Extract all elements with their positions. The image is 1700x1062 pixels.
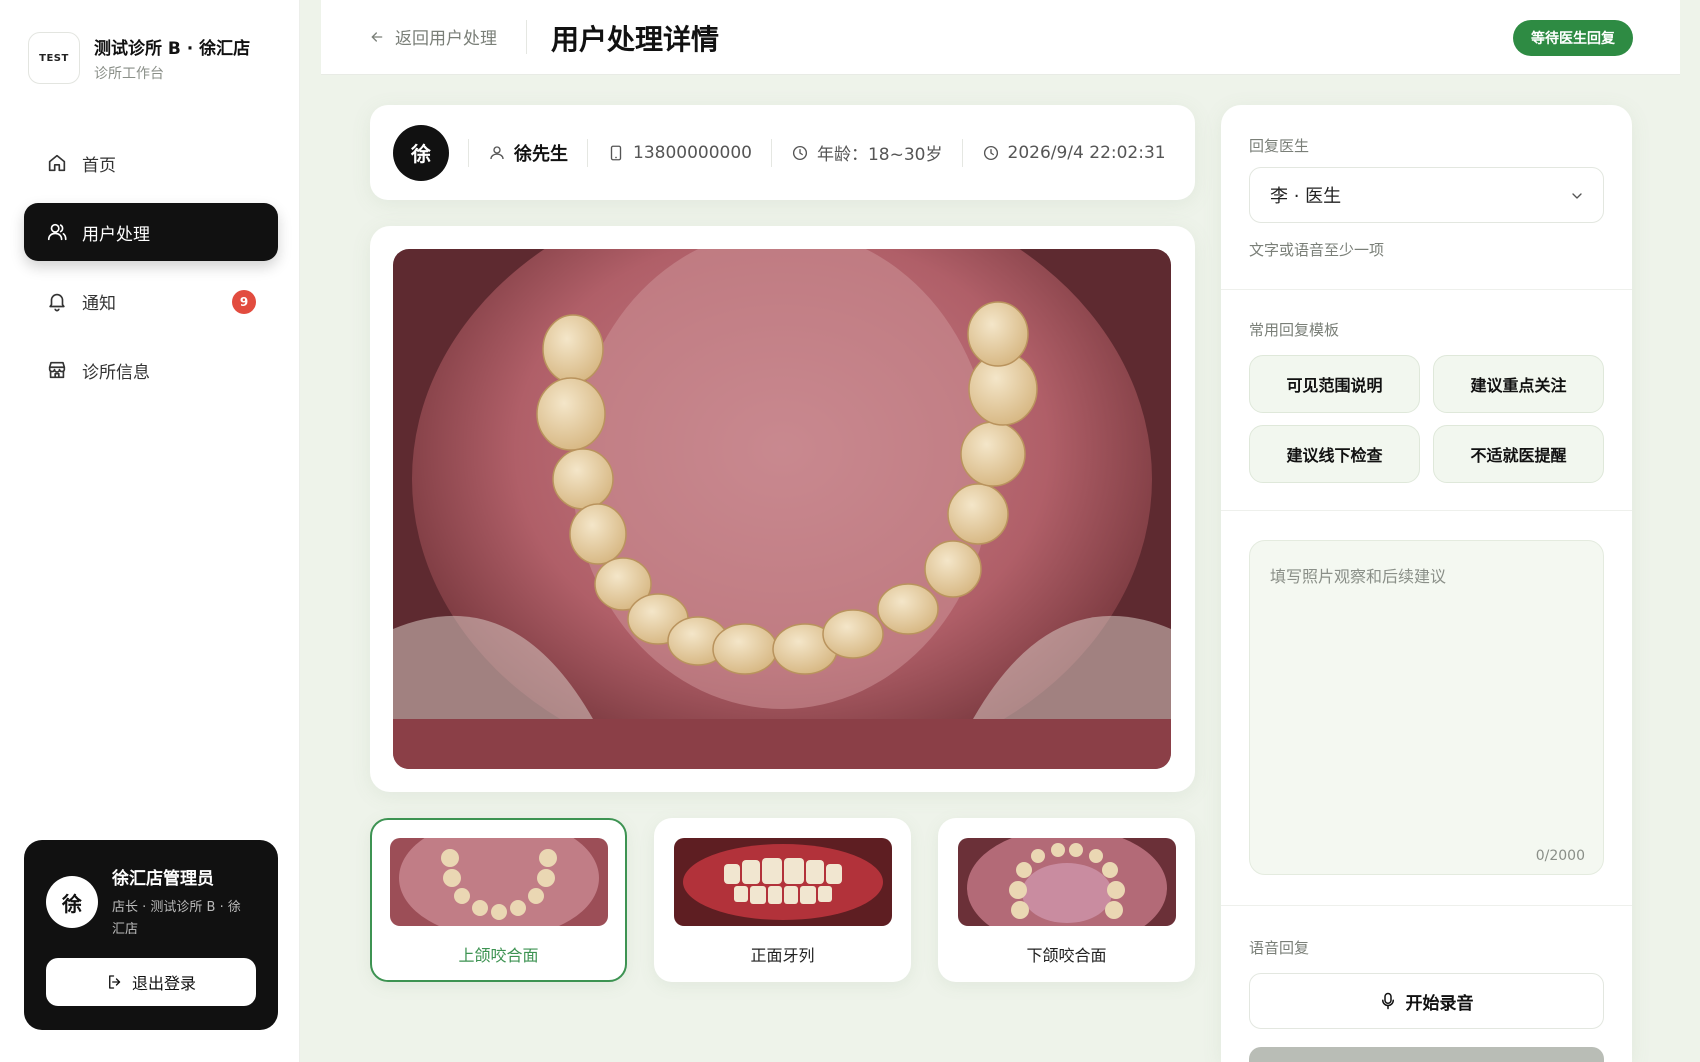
header-divider (526, 20, 527, 54)
doctor-select[interactable]: 李 · 医生 (1249, 167, 1604, 223)
submit-reply-button[interactable] (1249, 1047, 1604, 1062)
main-photo-card (370, 226, 1195, 792)
patient-avatar: 徐 (393, 124, 449, 181)
brand-subtitle: 诊所工作台 (94, 65, 164, 82)
brand-logo: TEST (28, 32, 80, 84)
thumbnail-image (958, 838, 1176, 926)
template-button-discomfort-reminder[interactable]: 不适就医提醒 (1433, 425, 1604, 483)
sidebar-item-user-processing[interactable]: 用户处理 (24, 203, 278, 261)
chevron-down-icon (1572, 193, 1582, 199)
patient-age: 年龄：18~30岁 (791, 140, 943, 165)
sidebar-item-home[interactable]: 首页 (24, 134, 278, 192)
user-name: 徐汇店管理员 (112, 869, 214, 889)
store-icon (46, 359, 68, 381)
thumbnail-image (674, 838, 892, 926)
user-role: 店长 · 测试诊所 B · 徐汇店 (112, 900, 241, 937)
thumbnail-label: 正面牙列 (750, 946, 815, 965)
status-badge: 等待医生回复 (1513, 20, 1633, 56)
start-recording-button[interactable]: 开始录音 (1249, 973, 1604, 1029)
thumbnail-upper-occlusal[interactable]: 上颌咬合面 (370, 818, 627, 982)
sidebar: TEST 测试诊所 B · 徐汇店 诊所工作台 首页 用户处理 通知 9 诊所信… (0, 0, 300, 1062)
thumbnail-image (390, 838, 608, 926)
brand: TEST 测试诊所 B · 徐汇店 诊所工作台 (28, 32, 250, 84)
sidebar-item-label: 用户处理 (82, 224, 150, 245)
clock-icon (792, 145, 808, 160)
voice-label: 语音回复 (1249, 939, 1310, 957)
main-dental-photo[interactable] (393, 249, 1171, 769)
notification-badge: 9 (232, 290, 256, 314)
home-icon (46, 152, 68, 174)
template-button-key-focus[interactable]: 建议重点关注 (1433, 355, 1604, 413)
page-header: 返回用户处理 用户处理详情 等待医生回复 (321, 0, 1680, 75)
submission-time: 2026/9/4 22:02:31 (982, 143, 1166, 163)
logout-icon (109, 975, 121, 989)
thumbnail-lower-occlusal[interactable]: 下颌咬合面 (938, 818, 1195, 982)
clock-icon (983, 145, 998, 160)
reply-hint: 文字或语音至少一项 (1249, 241, 1385, 259)
doctor-label: 回复医生 (1249, 137, 1310, 155)
sidebar-item-label: 首页 (82, 155, 116, 176)
sidebar-item-clinic-info[interactable]: 诊所信息 (24, 341, 278, 399)
char-counter: 0/2000 (1535, 848, 1585, 864)
current-user-card: 徐 徐汇店管理员 店长 · 测试诊所 B · 徐汇店 退出登录 (24, 840, 278, 1030)
reply-panel: 回复医生 李 · 医生 文字或语音至少一项 常用回复模板 可见范围说明 建议重点… (1221, 105, 1632, 1062)
template-button-visible-range[interactable]: 可见范围说明 (1249, 355, 1420, 413)
person-icon (490, 145, 504, 159)
thumbnail-label: 下颌咬合面 (1026, 946, 1107, 965)
bell-icon (46, 290, 68, 312)
phone-icon (610, 145, 622, 160)
logout-button[interactable]: 退出登录 (46, 958, 256, 1006)
sidebar-item-label: 通知 (82, 293, 116, 314)
user-icon (46, 221, 68, 243)
thumbnail-frontal-dentition[interactable]: 正面牙列 (654, 818, 911, 982)
reply-text-box: 0/2000 (1249, 540, 1604, 875)
sidebar-item-label: 诊所信息 (82, 362, 150, 383)
patient-info-bar: 徐 徐先生 13800000000 年龄：18~30岁 2026/9/4 22:… (370, 105, 1195, 200)
avatar: 徐 (46, 876, 98, 928)
back-link[interactable]: 返回用户处理 (369, 24, 497, 49)
template-button-offline-check[interactable]: 建议线下检查 (1249, 425, 1420, 483)
sidebar-item-notifications[interactable]: 通知 9 (24, 272, 278, 330)
sidebar-nav: 首页 用户处理 通知 9 诊所信息 (24, 134, 278, 410)
patient-name: 徐先生 (488, 140, 568, 166)
patient-phone: 13800000000 (607, 143, 752, 163)
brand-name: 测试诊所 B · 徐汇店 (94, 38, 251, 59)
reply-textarea[interactable] (1250, 541, 1603, 874)
page-title: 用户处理详情 (551, 23, 720, 56)
thumbnail-label: 上颌咬合面 (458, 946, 539, 965)
microphone-icon (1381, 992, 1394, 1010)
arrow-left-icon (371, 31, 383, 42)
templates-label: 常用回复模板 (1249, 321, 1340, 339)
